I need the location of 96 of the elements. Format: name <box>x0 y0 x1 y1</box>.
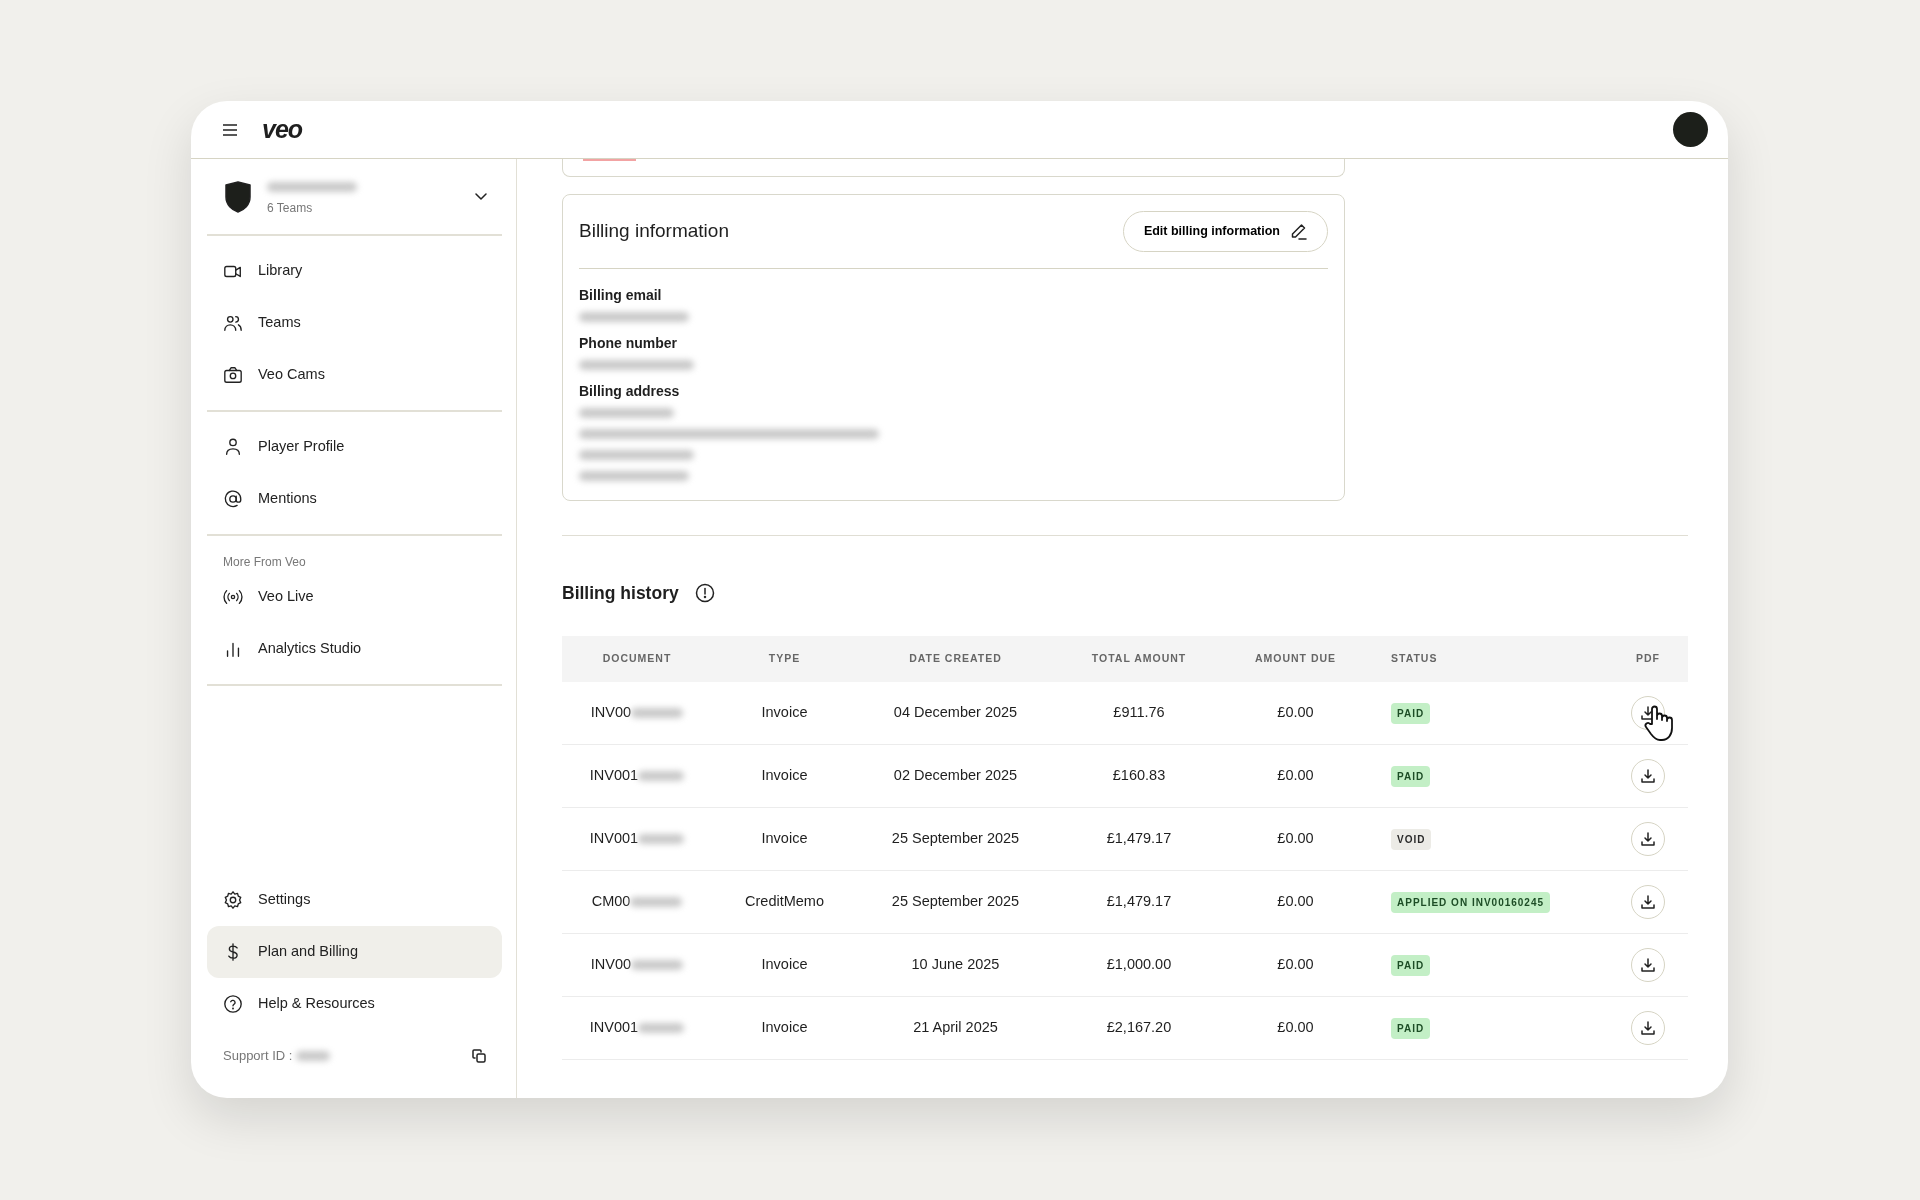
table-cell: Invoice <box>761 956 808 973</box>
support-id-label: Support ID : <box>223 1047 293 1066</box>
logo[interactable]: veo <box>262 117 303 142</box>
blurred-text <box>630 897 683 908</box>
sidebar-item[interactable]: Analytics Studio <box>207 623 502 675</box>
download-icon <box>1641 769 1655 784</box>
table-cell-text: CM00 <box>591 892 631 912</box>
sidebar-item[interactable]: Teams <box>207 297 502 349</box>
table-cell: Invoice <box>761 830 808 847</box>
blurred-text <box>638 834 685 845</box>
table-cell-text: INV00 <box>590 955 632 975</box>
blurred-text <box>631 708 684 719</box>
table-cell: £911.76 <box>1113 704 1165 721</box>
table-cell: £0.00 <box>1277 956 1314 973</box>
at-sign-icon <box>223 489 243 509</box>
download-button[interactable] <box>1631 1011 1665 1046</box>
table-cell: Invoice <box>761 1019 808 1036</box>
download-icon <box>1641 958 1655 973</box>
field-label: Phone number <box>579 334 678 353</box>
section-heading: More From Veo <box>222 554 307 571</box>
table-cell: £1,479.17 <box>1106 893 1172 910</box>
table-cell-text: INV001 <box>589 766 639 786</box>
field-label: Billing address <box>579 382 681 401</box>
broadcast-icon <box>223 587 243 607</box>
column-header: AMOUNT DUE <box>1253 651 1338 667</box>
table-cell-text: INV001 <box>589 1018 639 1038</box>
table-cell: 21 April 2025 <box>913 1019 998 1036</box>
table-cell: £0.00 <box>1277 1019 1314 1036</box>
pencil-icon <box>1290 223 1307 240</box>
table-cell: £1,479.17 <box>1106 830 1172 847</box>
section-title: Billing history <box>562 582 679 605</box>
table-cell: £1,000.00 <box>1106 956 1172 973</box>
table-cell: 02 December 2025 <box>893 767 1018 784</box>
status-tag: PAID <box>1391 1018 1431 1040</box>
info-icon <box>694 583 715 604</box>
people-icon <box>223 313 243 333</box>
table-cell: £0.00 <box>1277 704 1314 721</box>
table-cell: 04 December 2025 <box>893 704 1018 721</box>
column-header: STATUS <box>1390 651 1439 667</box>
blurred-text <box>631 960 684 971</box>
download-button[interactable] <box>1631 822 1665 857</box>
status-tag: PAID <box>1391 703 1431 725</box>
person-icon <box>223 437 243 457</box>
table-cell: 25 September 2025 <box>891 830 1020 847</box>
sidebar-item[interactable]: Veo Live <box>207 571 502 623</box>
status-tag: VOID <box>1391 829 1432 851</box>
gear-icon <box>223 890 243 910</box>
download-icon <box>1641 895 1655 910</box>
column-header: DOCUMENT <box>601 651 673 667</box>
avatar[interactable] <box>1673 112 1708 147</box>
team-count: 6 Teams <box>267 199 314 217</box>
blurred-text <box>296 1051 331 1061</box>
column-header: TYPE <box>767 651 802 667</box>
column-header: DATE CREATED <box>908 651 1003 667</box>
table-cell: £0.00 <box>1277 767 1314 784</box>
sidebar-item[interactable]: Veo Cams <box>207 349 502 401</box>
camera-icon <box>223 365 243 385</box>
blurred-text <box>638 1023 685 1034</box>
field-label: Billing email <box>579 286 663 305</box>
table-cell: £160.83 <box>1112 767 1166 784</box>
sidebar-item[interactable]: Help & Resources <box>207 978 502 1030</box>
table-cell: £0.00 <box>1277 830 1314 847</box>
edit-button[interactable]: Edit billing information <box>1122 211 1328 252</box>
sidebar-item[interactable]: Settings <box>207 874 502 926</box>
sidebar-item[interactable]: Mentions <box>207 473 502 525</box>
table-cell: £0.00 <box>1277 893 1314 910</box>
accent-bar <box>583 159 636 161</box>
sidebar-item[interactable]: Plan and Billing <box>207 926 502 978</box>
column-header: TOTAL AMOUNT <box>1090 651 1188 667</box>
table-cell: CreditMemo <box>745 893 824 910</box>
download-button[interactable] <box>1631 885 1665 920</box>
table-cell-text: INV00 <box>590 703 632 723</box>
chevron-down-icon <box>474 192 488 201</box>
hand-cursor-icon <box>1642 704 1674 743</box>
download-button[interactable] <box>1631 948 1665 983</box>
table-cell: £2,167.20 <box>1106 1019 1172 1036</box>
table-cell: Invoice <box>761 704 808 721</box>
sidebar-item[interactable]: Player Profile <box>207 421 502 473</box>
status-tag: PAID <box>1391 766 1431 788</box>
table-cell: 25 September 2025 <box>891 893 1020 910</box>
download-button[interactable] <box>1631 759 1665 794</box>
blurred-text <box>638 771 685 782</box>
copy-icon[interactable] <box>472 1049 486 1063</box>
table-cell-text: INV001 <box>589 829 639 849</box>
table-cell: Invoice <box>761 767 808 784</box>
status-tag: APPLIED ON INV00160245 <box>1391 892 1551 914</box>
help-icon <box>223 994 243 1014</box>
card-title: Billing information <box>579 219 729 244</box>
table-cell: 10 June 2025 <box>911 956 1000 973</box>
menu-icon[interactable] <box>222 123 238 136</box>
column-header: PDF <box>1635 651 1661 667</box>
download-icon <box>1641 832 1655 847</box>
sidebar-item[interactable]: Library <box>207 245 502 297</box>
download-icon <box>1641 1021 1655 1036</box>
shield-logo-icon <box>225 180 251 213</box>
status-tag: PAID <box>1391 955 1431 977</box>
